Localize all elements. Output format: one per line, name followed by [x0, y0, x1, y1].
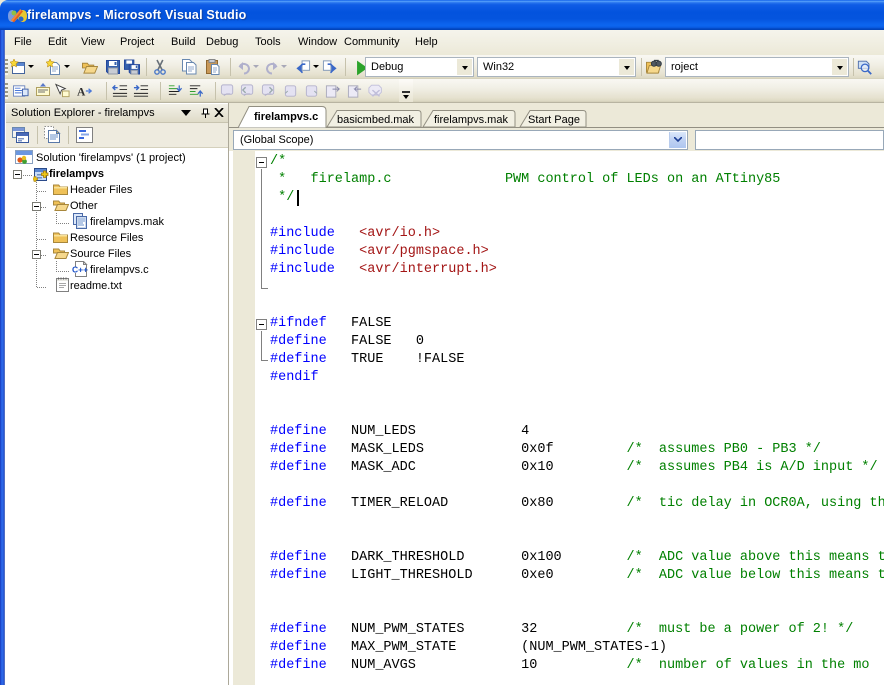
svg-text:A: A [77, 86, 86, 98]
svg-text:C++: C++ [72, 265, 88, 275]
